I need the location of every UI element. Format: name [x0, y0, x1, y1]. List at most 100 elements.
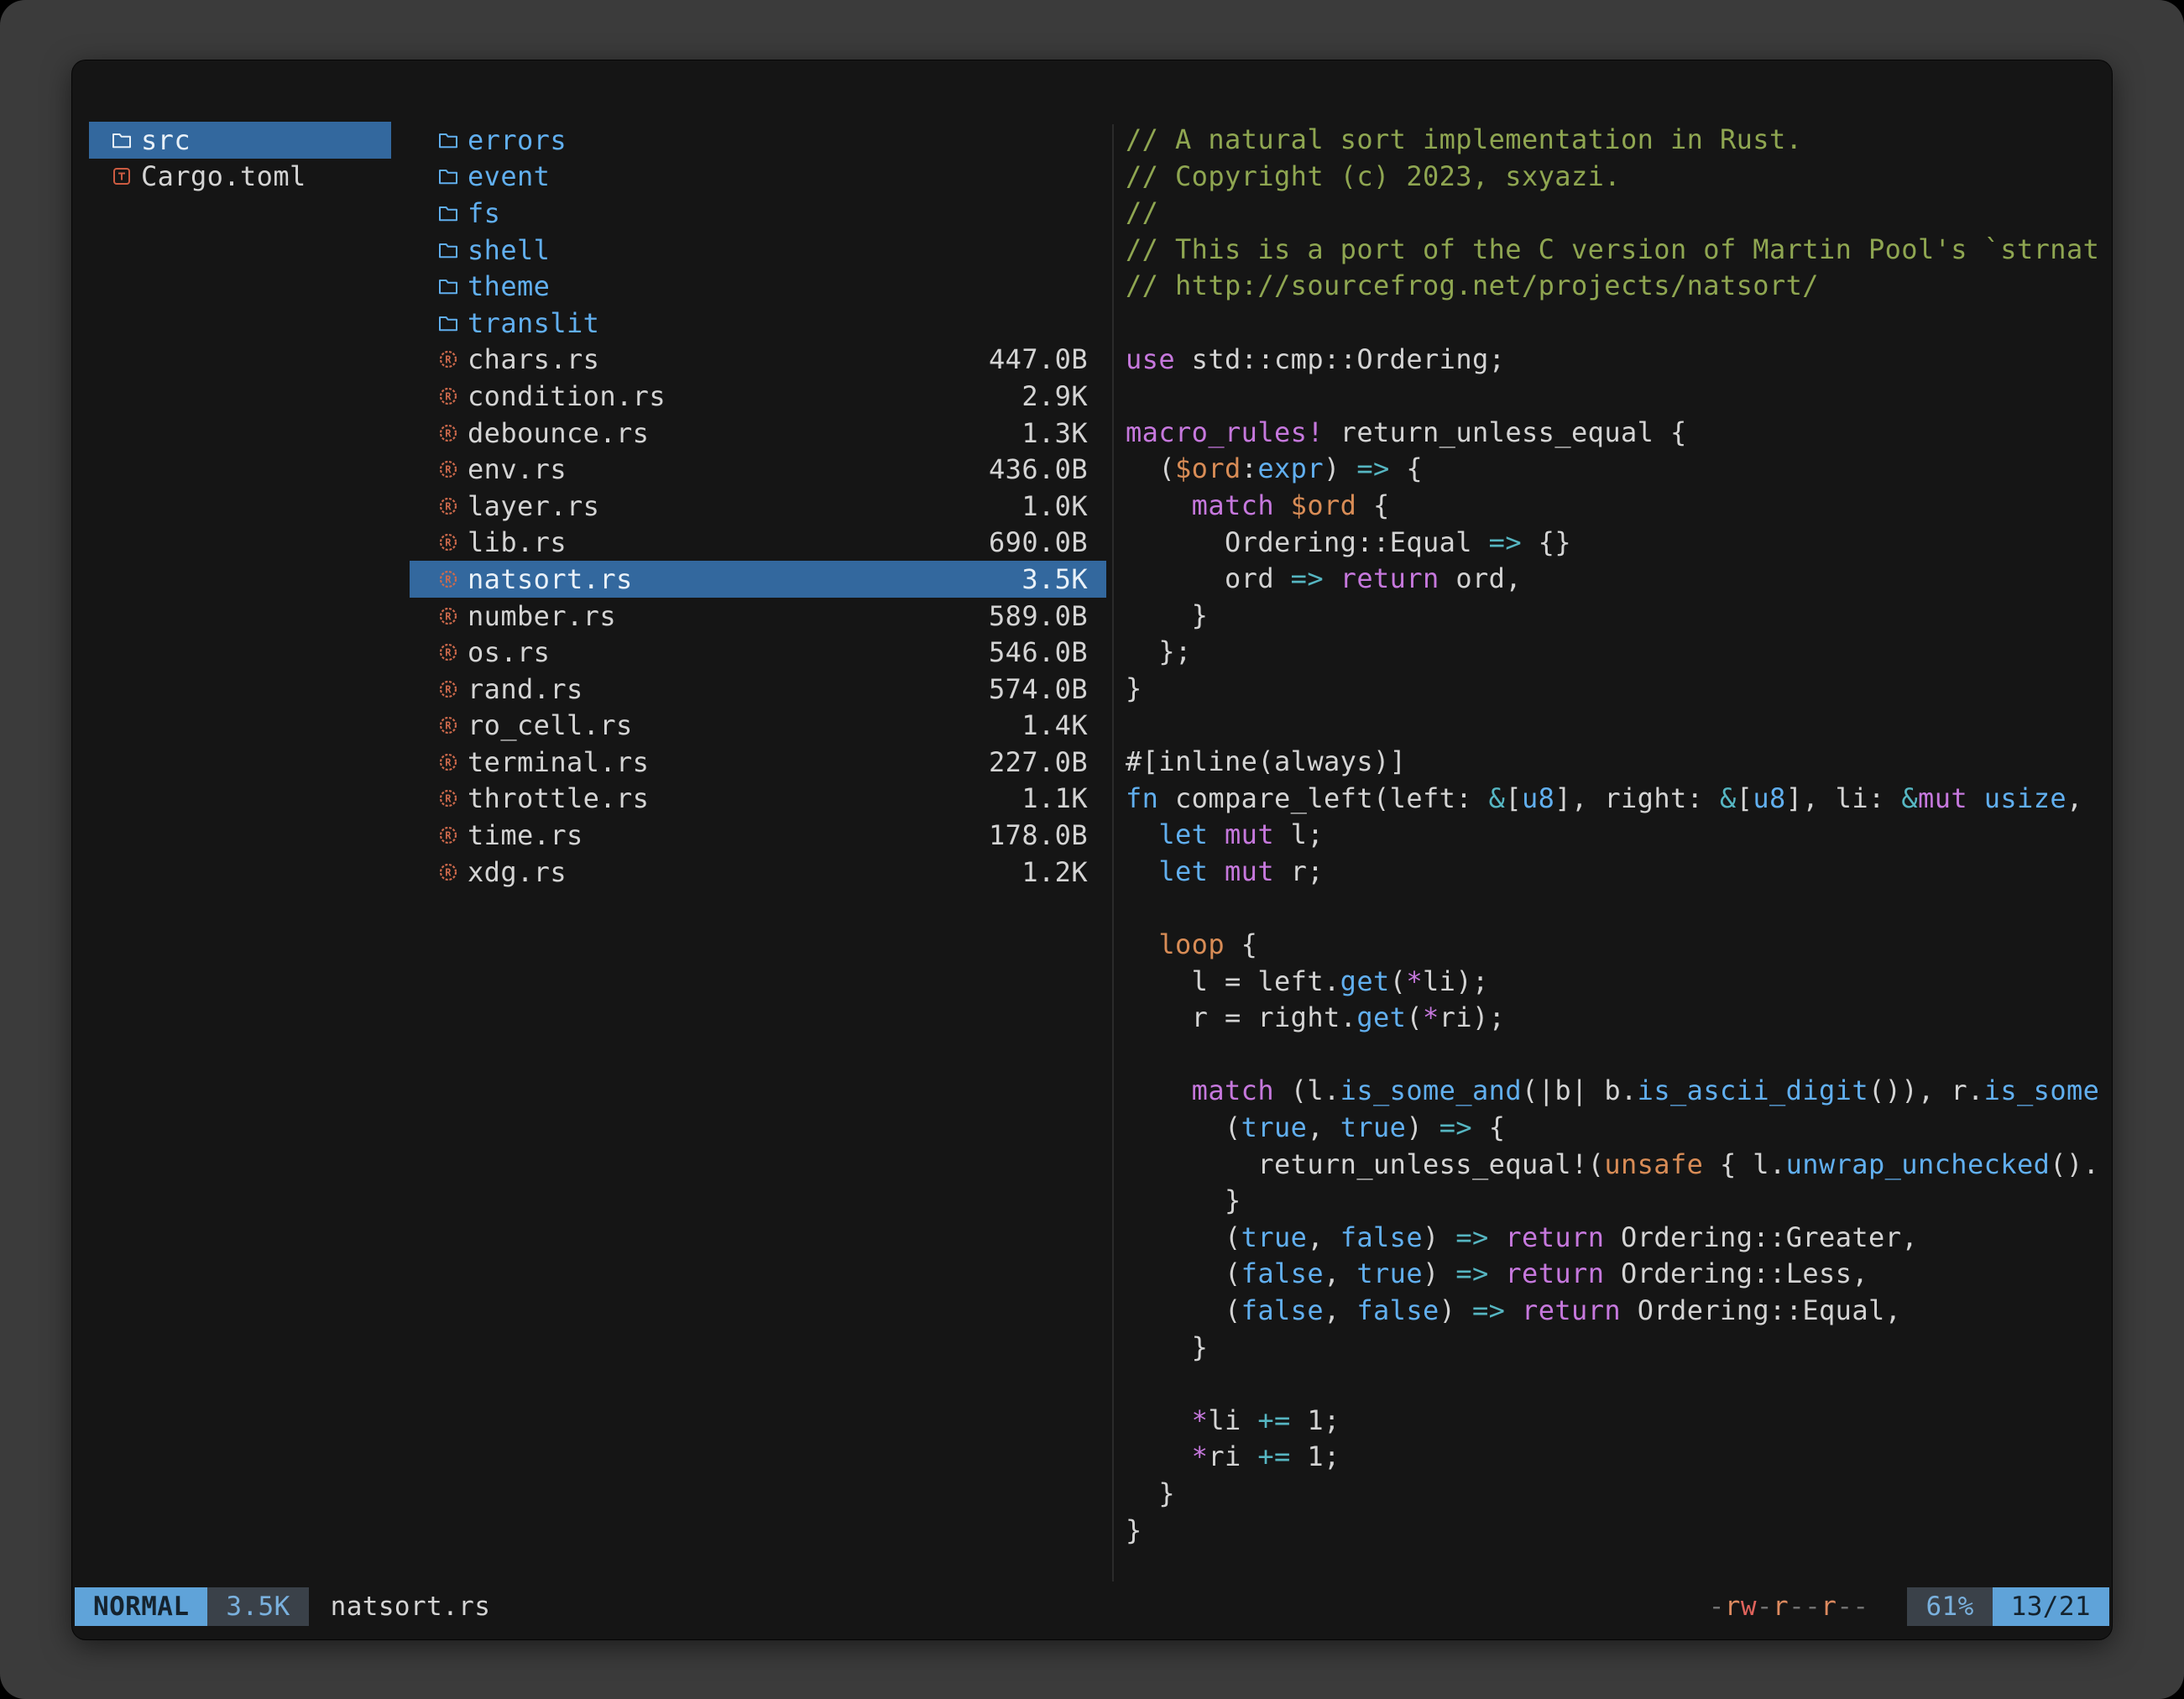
folder-row[interactable]: fs: [410, 195, 1106, 232]
code-line: // http://sourcefrog.net/projects/natsor…: [1126, 268, 2108, 305]
folder-row[interactable]: errors: [410, 122, 1106, 159]
folder-row[interactable]: event: [410, 159, 1106, 196]
file-size: 436.0B: [989, 453, 1088, 485]
folder-icon: [437, 167, 459, 186]
code-line: [1126, 305, 2108, 342]
file-row[interactable]: Rnatsort.rs3.5K: [410, 561, 1106, 598]
code-line: let mut r;: [1126, 854, 2108, 891]
code-line: [1126, 708, 2108, 745]
file-row[interactable]: Rthrottle.rs1.1K: [410, 781, 1106, 818]
item-name: ro_cell.rs: [468, 709, 633, 741]
rust-file-icon: R: [437, 642, 459, 662]
rust-file-icon: R: [437, 679, 459, 699]
code-line: }: [1126, 1183, 2108, 1220]
file-row[interactable]: Rdebounce.rs1.3K: [410, 415, 1106, 452]
svg-text:R: R: [445, 500, 452, 512]
file-row[interactable]: Rterminal.rs227.0B: [410, 744, 1106, 781]
file-row[interactable]: Rro_cell.rs1.4K: [410, 708, 1106, 745]
code-line: [1126, 890, 2108, 927]
item-name: layer.rs: [468, 490, 599, 522]
code-line: (false, false) => return Ordering::Equal…: [1126, 1293, 2108, 1330]
svg-text:R: R: [445, 720, 452, 732]
code-line: macro_rules! return_unless_equal {: [1126, 415, 2108, 452]
file-size: 546.0B: [989, 636, 1088, 668]
svg-text:R: R: [445, 756, 452, 768]
current-dir-pane: errorseventfsshellthemetranslitRchars.rs…: [410, 122, 1106, 890]
file-row[interactable]: Ros.rs 546.0B: [410, 634, 1106, 671]
svg-text:R: R: [445, 683, 452, 695]
file-size: 1.3K: [1021, 417, 1088, 449]
rust-file-icon: R: [437, 459, 459, 479]
rust-file-icon: R: [437, 862, 459, 882]
code-line: (true, true) => {: [1126, 1110, 2108, 1147]
file-row[interactable]: Rtime.rs178.0B: [410, 817, 1106, 854]
rust-file-icon: R: [437, 752, 459, 772]
file-size: 574.0B: [989, 673, 1088, 705]
svg-text:R: R: [445, 793, 452, 805]
code-line: [1126, 378, 2108, 415]
file-row[interactable]: Rlayer.rs 1.0K: [410, 488, 1106, 525]
rust-file-icon: R: [437, 606, 459, 626]
file-row[interactable]: Cargo.toml: [89, 159, 391, 196]
status-bar: NORMAL 3.5K natsort.rs -rw-r--r-- 61% 13…: [75, 1587, 2109, 1626]
code-line: r = right.get(*ri);: [1126, 1000, 2108, 1037]
svg-text:R: R: [445, 610, 452, 622]
folder-icon: [437, 277, 459, 295]
file-size: 227.0B: [989, 746, 1088, 778]
svg-text:R: R: [445, 866, 452, 878]
file-size: 690.0B: [989, 526, 1088, 558]
position-badge: 13/21: [1993, 1587, 2109, 1626]
svg-text:R: R: [445, 573, 452, 585]
svg-text:R: R: [445, 537, 452, 549]
item-name: os.rs: [468, 636, 550, 668]
folder-row[interactable]: shell: [410, 232, 1106, 269]
file-row[interactable]: Rrand.rs574.0B: [410, 671, 1106, 708]
rust-file-icon: R: [437, 825, 459, 845]
file-row[interactable]: Rxdg.rs1.2K: [410, 854, 1106, 891]
code-line: ($ord:expr) => {: [1126, 451, 2108, 488]
svg-text:R: R: [445, 464, 452, 476]
folder-row[interactable]: src: [89, 122, 391, 159]
file-size: 447.0B: [989, 343, 1088, 375]
rust-file-icon: R: [437, 532, 459, 552]
percent-badge: 61%: [1907, 1587, 1992, 1626]
file-row[interactable]: Renv.rs 436.0B: [410, 451, 1106, 488]
file-row[interactable]: Rcondition.rs 2.9K: [410, 378, 1106, 415]
folder-row[interactable]: theme: [410, 268, 1106, 305]
code-line: l = left.get(*li);: [1126, 964, 2108, 1001]
file-row[interactable]: Rlib.rs 690.0B: [410, 525, 1106, 562]
file-size: 2.9K: [1021, 380, 1088, 412]
file-row[interactable]: Rchars.rs447.0B: [410, 342, 1106, 379]
desktop: srcCargo.toml errorseventfsshellthemetra…: [0, 0, 2184, 1699]
code-line: #[inline(always)]: [1126, 744, 2108, 781]
item-name: natsort.rs: [468, 563, 633, 595]
code-line: }: [1126, 1476, 2108, 1513]
code-line: loop {: [1126, 927, 2108, 964]
code-line: }: [1126, 1330, 2108, 1367]
svg-text:R: R: [445, 390, 452, 402]
code-line: [1126, 1366, 2108, 1403]
toml-file-icon: [111, 167, 133, 186]
mode-badge: NORMAL: [75, 1587, 207, 1626]
item-name: condition.rs: [468, 380, 666, 412]
folder-icon: [437, 241, 459, 259]
item-name: env.rs: [468, 453, 567, 485]
rust-file-icon: R: [437, 569, 459, 589]
code-line: (true, false) => return Ordering::Greate…: [1126, 1220, 2108, 1257]
folder-row[interactable]: translit: [410, 305, 1106, 342]
item-name: lib.rs: [468, 526, 567, 558]
item-name: xdg.rs: [468, 856, 567, 888]
folder-icon: [111, 131, 133, 149]
item-name: fs: [468, 197, 500, 229]
terminal-window: srcCargo.toml errorseventfsshellthemetra…: [72, 60, 2112, 1639]
file-size: 1.1K: [1021, 782, 1088, 814]
folder-icon: [437, 204, 459, 222]
file-size: 1.0K: [1021, 490, 1088, 522]
rust-file-icon: R: [437, 423, 459, 443]
code-line: match (l.is_some_and(|b| b.is_ascii_digi…: [1126, 1073, 2108, 1110]
rust-file-icon: R: [437, 386, 459, 406]
code-line: // Copyright (c) 2023, sxyazi.: [1126, 159, 2108, 196]
code-line: return_unless_equal!(unsafe { l.unwrap_u…: [1126, 1147, 2108, 1184]
file-row[interactable]: Rnumber.rs589.0B: [410, 598, 1106, 635]
code-line: match $ord {: [1126, 488, 2108, 525]
